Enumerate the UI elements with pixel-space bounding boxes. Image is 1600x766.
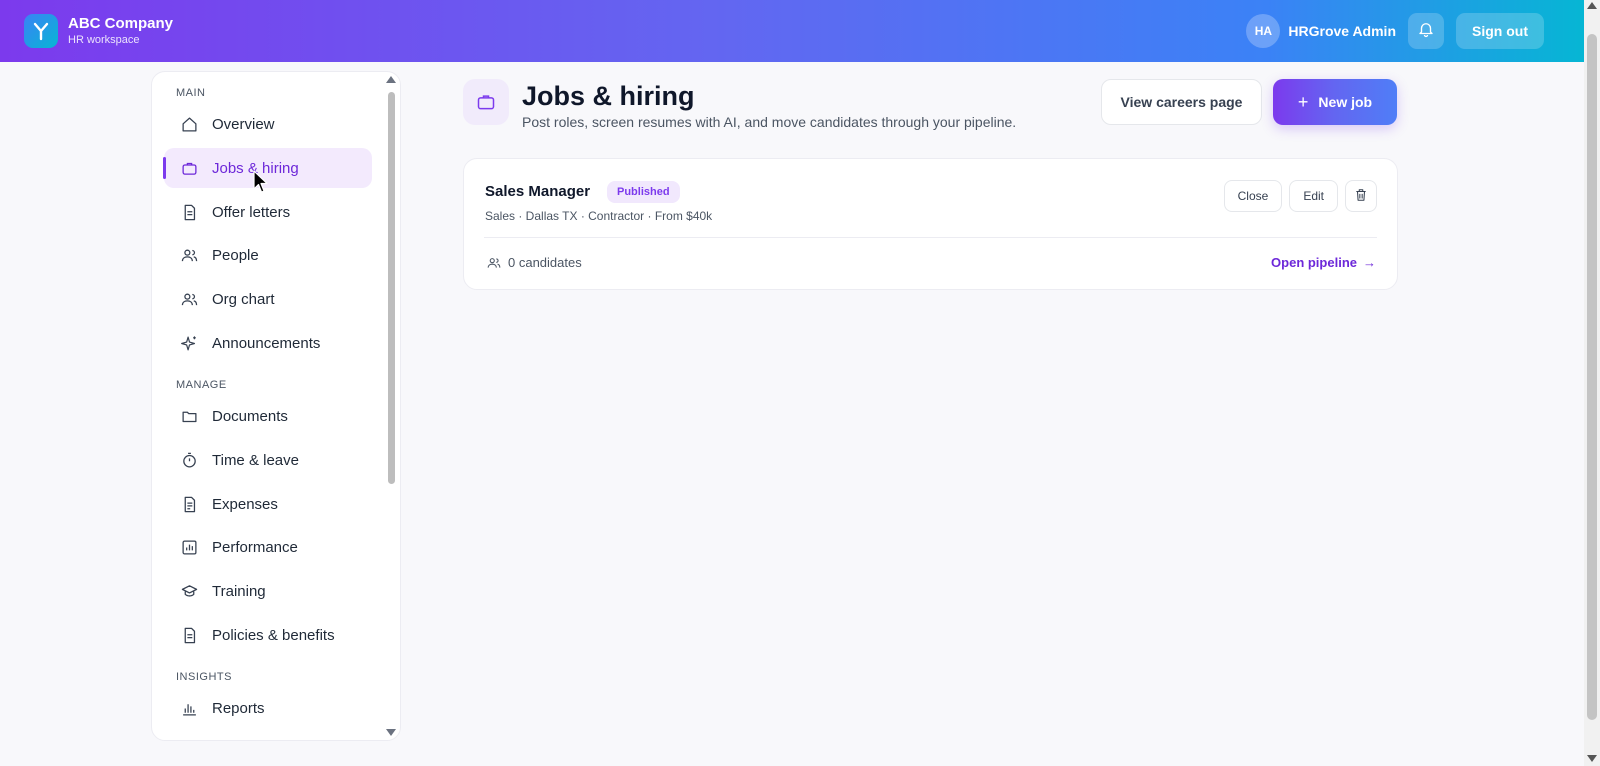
job-title[interactable]: Sales Manager — [485, 183, 590, 200]
users-icon — [180, 290, 198, 308]
close-job-button[interactable]: Close — [1223, 180, 1283, 212]
open-pipeline-link[interactable]: Open pipeline → — [1271, 255, 1376, 270]
receipt-icon — [180, 495, 198, 513]
sidebar-item-offer-letters[interactable]: Offer letters — [164, 192, 372, 232]
sidebar-scrollbar[interactable] — [386, 76, 396, 736]
sidebar-item-label: Org chart — [212, 290, 275, 308]
user-name[interactable]: HRGrove Admin — [1288, 23, 1396, 39]
users-icon — [487, 256, 501, 270]
graduation-cap-icon — [180, 583, 198, 601]
sidebar-scroll-down-arrow[interactable] — [386, 729, 396, 736]
status-badge: Published — [607, 181, 680, 203]
sidebar: MAIN Overview Jobs & hiring Offer letter… — [151, 71, 401, 741]
sidebar-item-reports[interactable]: Reports — [164, 689, 372, 729]
plus-icon: + — [1297, 91, 1309, 112]
chart-box-icon — [180, 539, 198, 557]
card-divider — [484, 237, 1377, 238]
page-header: Jobs & hiring Post roles, screen resumes… — [463, 79, 1398, 139]
top-header: ABC Company HR workspace HA HRGrove Admi… — [0, 0, 1584, 62]
sidebar-item-org-chart[interactable]: Org chart — [164, 279, 372, 319]
briefcase-icon — [463, 79, 509, 125]
folder-icon — [180, 408, 198, 426]
new-job-label: New job — [1318, 94, 1373, 110]
scrollbar-thumb[interactable] — [1587, 34, 1597, 720]
sidebar-scrollbar-thumb[interactable] — [388, 92, 395, 484]
sign-out-button[interactable]: Sign out — [1456, 13, 1544, 49]
users-icon — [180, 247, 198, 265]
job-card: Sales Manager Published Sales · Dallas T… — [463, 158, 1398, 290]
sidebar-item-people[interactable]: People — [164, 236, 372, 276]
sidebar-item-label: Time & leave — [212, 452, 299, 469]
sidebar-item-announcements[interactable]: Announcements — [164, 323, 372, 363]
page-scrollbar[interactable] — [1584, 0, 1600, 766]
page-subtitle: Post roles, screen resumes with AI, and … — [522, 114, 1017, 130]
sidebar-item-expenses[interactable]: Expenses — [164, 484, 372, 524]
job-meta: Sales · Dallas TX · Contractor · From $4… — [485, 209, 713, 223]
sidebar-item-label: Documents — [212, 408, 288, 426]
briefcase-icon — [180, 159, 198, 177]
mouse-cursor-icon — [253, 170, 269, 194]
sparkle-icon — [180, 334, 198, 352]
view-careers-page-button[interactable]: View careers page — [1101, 79, 1262, 125]
bell-icon — [1417, 20, 1435, 43]
brand-name: ABC Company — [68, 15, 174, 32]
new-job-button[interactable]: + New job — [1273, 79, 1397, 125]
scroll-down-arrow[interactable] — [1587, 755, 1597, 762]
open-pipeline-label: Open pipeline — [1271, 255, 1357, 270]
document-icon — [180, 203, 198, 221]
sidebar-item-label: Policies & benefits — [212, 626, 335, 644]
bar-chart-icon — [180, 700, 198, 718]
notifications-button[interactable] — [1408, 13, 1444, 49]
sidebar-item-label: Offer letters — [212, 203, 291, 221]
job-actions: Close Edit — [1217, 180, 1377, 212]
trash-icon — [1354, 188, 1368, 205]
section-label-main: MAIN — [176, 87, 206, 99]
logo-icon — [24, 14, 58, 48]
edit-job-button[interactable]: Edit — [1289, 180, 1338, 212]
document-icon — [180, 626, 198, 644]
stopwatch-icon — [180, 452, 198, 470]
sidebar-item-label: Performance — [212, 539, 298, 557]
sidebar-item-overview[interactable]: Overview — [164, 105, 372, 145]
sidebar-item-label: Training — [212, 583, 266, 601]
section-label-insights: INSIGHTS — [176, 671, 232, 684]
sidebar-item-label: People — [212, 247, 259, 265]
sidebar-item-performance[interactable]: Performance — [164, 528, 372, 568]
sidebar-scroll-up-arrow[interactable] — [386, 76, 396, 83]
section-label-manage: MANAGE — [176, 379, 227, 392]
delete-job-button[interactable] — [1345, 180, 1377, 212]
sidebar-item-label: Reports — [212, 700, 265, 718]
brand[interactable]: ABC Company HR workspace — [24, 14, 173, 48]
sidebar-item-time-leave[interactable]: Time & leave — [164, 441, 372, 481]
brand-subtitle: HR workspace — [68, 34, 140, 46]
sidebar-item-label: Overview — [212, 116, 275, 134]
arrow-right-icon: → — [1363, 255, 1376, 270]
sidebar-item-documents[interactable]: Documents — [164, 397, 372, 437]
scroll-up-arrow[interactable] — [1587, 2, 1597, 9]
sidebar-item-policies-benefits[interactable]: Policies & benefits — [164, 615, 372, 655]
candidate-count-text: 0 candidates — [508, 255, 582, 270]
sidebar-item-training[interactable]: Training — [164, 572, 372, 612]
avatar[interactable]: HA — [1246, 14, 1281, 48]
page-title: Jobs & hiring — [522, 81, 695, 111]
home-icon — [180, 116, 198, 134]
sidebar-item-label: Announcements — [212, 334, 321, 352]
sidebar-item-label: Expenses — [212, 495, 278, 513]
candidate-count: 0 candidates — [487, 255, 582, 270]
